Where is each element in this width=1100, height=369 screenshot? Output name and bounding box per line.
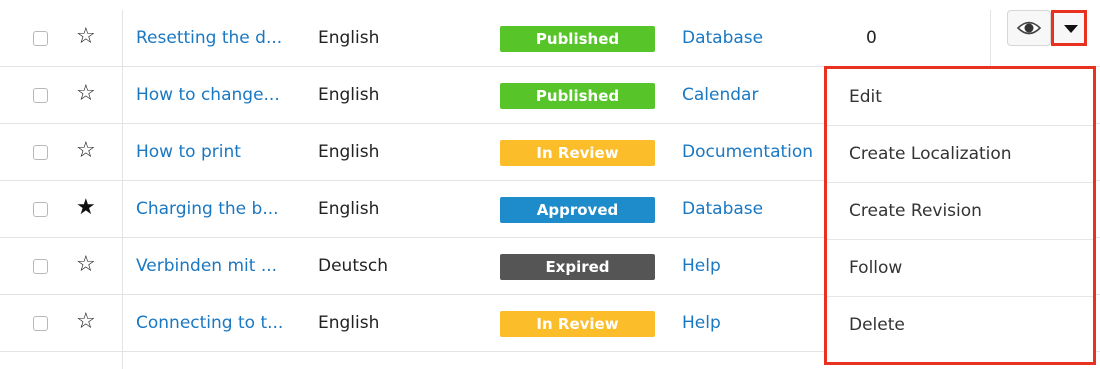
caret-down-icon	[1064, 25, 1078, 33]
menu-item-create-localization[interactable]: Create Localization	[827, 126, 1093, 183]
star-outline-icon[interactable]: ☆	[76, 308, 96, 336]
article-name-link[interactable]: How to print	[136, 124, 241, 180]
star-outline-icon[interactable]: ☆	[76, 137, 96, 165]
language-cell: English	[318, 313, 380, 333]
status-badge: Expired	[500, 254, 655, 280]
language-cell: English	[318, 85, 380, 105]
language-cell: English	[318, 199, 380, 219]
column-divider	[990, 10, 991, 70]
column-divider	[122, 10, 123, 369]
status-badge: Published	[500, 26, 655, 52]
category-link[interactable]: Database	[682, 181, 763, 237]
category-link[interactable]: Database	[682, 10, 763, 66]
star-outline-icon[interactable]: ☆	[76, 23, 96, 51]
category-link[interactable]: Calendar	[682, 67, 758, 123]
category-link[interactable]: Help	[682, 295, 721, 351]
menu-item-edit[interactable]: Edit	[827, 69, 1093, 126]
cropped-text-line	[0, 0, 1100, 10]
language-cell: English	[318, 142, 380, 162]
eye-icon	[1016, 21, 1042, 35]
category-link[interactable]: Help	[682, 238, 721, 294]
category-link[interactable]: Documentation	[682, 124, 813, 180]
article-name-link[interactable]: Resetting the d...	[136, 10, 282, 66]
article-name-link[interactable]: Charging the b...	[136, 181, 279, 237]
star-outline-icon[interactable]: ☆	[76, 80, 96, 108]
article-name-link[interactable]: How to change...	[136, 67, 280, 123]
row-checkbox[interactable]	[33, 31, 48, 46]
article-name-link[interactable]: Connecting to t...	[136, 295, 283, 351]
row-checkbox[interactable]	[33, 259, 48, 274]
row-checkbox[interactable]	[33, 145, 48, 160]
status-badge: Approved	[500, 197, 655, 223]
article-name-link[interactable]: Verbinden mit ...	[136, 238, 277, 294]
language-cell: Deutsch	[318, 256, 388, 276]
menu-item-delete[interactable]: Delete	[827, 297, 1093, 354]
actions-dropdown-menu: Edit Create Localization Create Revision Fo…	[824, 66, 1096, 365]
menu-item-create-revision[interactable]: Create Revision	[827, 183, 1093, 240]
status-badge: Published	[500, 83, 655, 109]
star-outline-icon[interactable]: ☆	[76, 251, 96, 279]
menu-item-follow[interactable]: Follow	[827, 240, 1093, 297]
language-cell: English	[318, 28, 380, 48]
row-checkbox[interactable]	[33, 88, 48, 103]
row-checkbox[interactable]	[33, 202, 48, 217]
star-filled-icon[interactable]: ★	[76, 194, 96, 222]
status-badge: In Review	[500, 311, 655, 337]
status-badge: In Review	[500, 140, 655, 166]
row-checkbox[interactable]	[33, 316, 48, 331]
table-row: ☆ Resetting the d... English Published Datab…	[0, 10, 1100, 67]
actions-dropdown-button[interactable]	[1051, 10, 1087, 46]
views-count: 0	[866, 28, 877, 48]
preview-button[interactable]	[1007, 10, 1051, 46]
